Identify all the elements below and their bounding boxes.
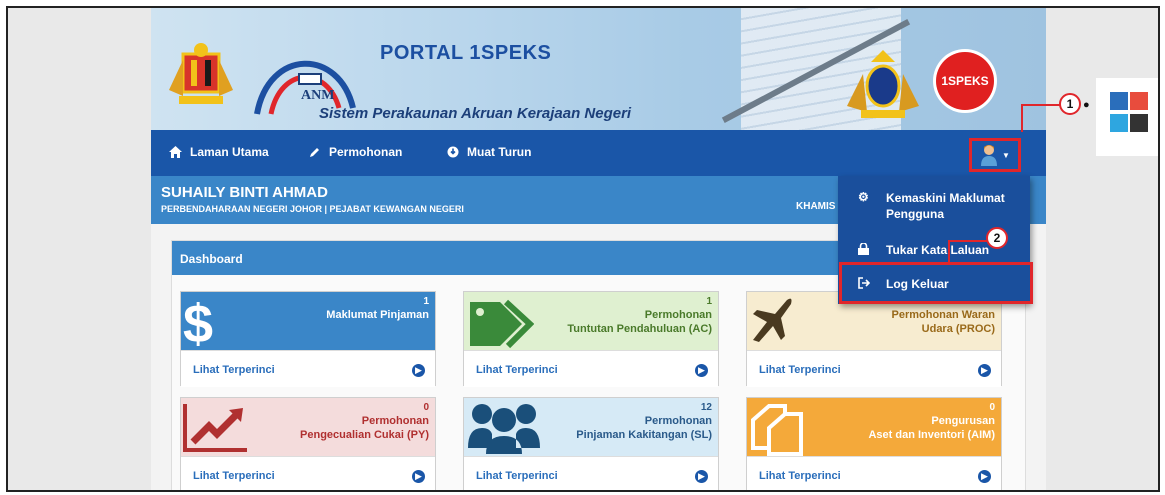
- card-detail-link[interactable]: Lihat Terperinci: [759, 470, 841, 482]
- arrow-right-icon[interactable]: ▶: [412, 470, 425, 483]
- arrow-right-icon[interactable]: ▶: [695, 470, 708, 483]
- nav-permohonan[interactable]: Permohonan: [309, 145, 402, 159]
- dashboard-card: 0 Permohonan Pengecualian Cukai (PY) Lih…: [180, 397, 436, 490]
- files-icon: [747, 398, 807, 461]
- card-footer[interactable]: Lihat Terperinci ▶: [464, 456, 718, 490]
- main-navbar: Laman Utama Permohonan Muat Turun ▼: [151, 130, 1046, 176]
- card-count: 1: [423, 296, 429, 307]
- nav-label: Muat Turun: [467, 145, 532, 159]
- portal-header: ANM PORTAL 1SPEKS Sistem Perakaunan Akru…: [151, 8, 1046, 130]
- pencil-icon: [310, 148, 319, 157]
- state-crest-logo: [169, 43, 233, 104]
- card-detail-link[interactable]: Lihat Terperinci: [476, 364, 558, 376]
- chart-up-icon: [181, 398, 251, 461]
- anm-label: ANM: [301, 88, 335, 103]
- user-avatar-icon: [981, 145, 998, 166]
- card-detail-link[interactable]: Lihat Terperinci: [476, 470, 558, 482]
- arrow-right-icon[interactable]: ▶: [412, 364, 425, 377]
- card-detail-link[interactable]: Lihat Terperinci: [193, 364, 275, 376]
- portal-subtitle: Sistem Perakaunan Akruan Kerajaan Negeri: [319, 105, 632, 122]
- card-count: 1: [706, 296, 712, 307]
- theme-swatch-dark[interactable]: [1130, 114, 1148, 132]
- theme-switcher: [1096, 78, 1158, 156]
- card-footer[interactable]: Lihat Terperinci ▶: [181, 350, 435, 387]
- callout-badge-2: 2: [986, 227, 1008, 249]
- card-header: 0 Pengurusan Aset dan Inventori (AIM): [747, 398, 1001, 456]
- callout-line-2b: [948, 240, 950, 262]
- users-icon: [464, 398, 544, 461]
- dashboard-card: Permohonan Waran Udara (PROC) Lihat Terp…: [746, 291, 1002, 387]
- svg-text:$: $: [183, 294, 213, 350]
- nav-label: Laman Utama: [190, 145, 269, 159]
- card-label: Permohonan Pinjaman Kakitangan (SL): [576, 415, 712, 441]
- highlight-log-keluar: [839, 262, 1033, 304]
- menu-item-label: Kemaskini Maklumat Pengguna: [886, 191, 1005, 221]
- user-menu-button[interactable]: ▼: [969, 138, 1021, 172]
- card-footer[interactable]: Lihat Terperinci ▶: [464, 350, 718, 387]
- user-name: SUHAILY BINTI AHMAD: [161, 184, 328, 201]
- theme-swatch-blue[interactable]: [1110, 92, 1128, 110]
- download-icon: [447, 146, 459, 158]
- callout-badge-1: 1: [1059, 93, 1081, 115]
- theme-swatch-lightblue[interactable]: [1110, 114, 1128, 132]
- dashboard-card: 12 Permohonan Pinjaman Kakitangan (SL) L…: [463, 397, 719, 490]
- portal-title: PORTAL 1SPEKS: [380, 42, 552, 64]
- card-label: Maklumat Pinjaman: [326, 309, 429, 321]
- callout-line-2: [948, 240, 988, 242]
- card-label: Pengurusan Aset dan Inventori (AIM): [868, 415, 995, 441]
- menu-item-kemaskini[interactable]: ⚙ Kemaskini Maklumat Pengguna: [838, 190, 1030, 230]
- dashboard-card: $ 1 Maklumat Pinjaman Lihat Terperinci ▶: [180, 291, 436, 387]
- card-header: 0 Permohonan Pengecualian Cukai (PY): [181, 398, 435, 456]
- user-department: PERBENDAHARAAN NEGERI JOHOR | PEJABAT KE…: [161, 204, 464, 214]
- card-label: Permohonan Tuntutan Pendahuluan (AC): [567, 309, 712, 335]
- callout-line-1b: [1021, 104, 1023, 132]
- nav-label: Permohonan: [329, 145, 403, 159]
- card-footer[interactable]: Lihat Terperinci ▶: [747, 456, 1001, 490]
- droplet-icon[interactable]: ●: [1083, 99, 1090, 111]
- card-footer[interactable]: Lihat Terperinci ▶: [747, 350, 1001, 387]
- card-label: Permohonan Pengecualian Cukai (PY): [300, 415, 429, 441]
- card-detail-link[interactable]: Lihat Terperinci: [193, 470, 275, 482]
- dashboard-card: 0 Pengurusan Aset dan Inventori (AIM) Li…: [746, 397, 1002, 490]
- theme-swatch-red[interactable]: [1130, 92, 1148, 110]
- nav-laman-utama[interactable]: Laman Utama: [169, 145, 269, 159]
- plane-icon: [747, 292, 797, 355]
- lock-icon: [858, 243, 869, 255]
- arrow-right-icon[interactable]: ▶: [978, 364, 991, 377]
- dashboard-card: 1 Permohonan Tuntutan Pendahuluan (AC) L…: [463, 291, 719, 387]
- home-icon: [169, 146, 182, 158]
- card-count: 0: [423, 402, 429, 413]
- card-detail-link[interactable]: Lihat Terperinci: [759, 364, 841, 376]
- tag-icon: [464, 292, 535, 355]
- arrow-right-icon[interactable]: ▶: [695, 364, 708, 377]
- arrow-right-icon[interactable]: ▶: [978, 470, 991, 483]
- card-count: 0: [989, 402, 995, 413]
- chevron-down-icon: ▼: [1002, 150, 1010, 160]
- gear-icon: ⚙: [858, 190, 869, 204]
- card-footer[interactable]: Lihat Terperinci ▶: [181, 456, 435, 490]
- callout-line-1: [1021, 104, 1061, 106]
- nav-muat-turun[interactable]: Muat Turun: [447, 145, 531, 159]
- 1speks-logo: 1SPEKS: [936, 52, 994, 110]
- screenshot-frame: ANM PORTAL 1SPEKS Sistem Perakaunan Akru…: [6, 6, 1160, 492]
- card-count: 12: [700, 402, 712, 413]
- johor-crest-logo: [847, 50, 919, 118]
- dollar-icon: $: [181, 292, 221, 355]
- card-header: $ 1 Maklumat Pinjaman: [181, 292, 435, 354]
- card-label: Permohonan Waran Udara (PROC): [891, 309, 996, 335]
- current-day: KHAMIS: [796, 201, 836, 212]
- card-header: 12 Permohonan Pinjaman Kakitangan (SL): [464, 398, 718, 456]
- card-header: 1 Permohonan Tuntutan Pendahuluan (AC): [464, 292, 718, 350]
- menu-item-label: Tukar Kata Laluan: [886, 243, 990, 257]
